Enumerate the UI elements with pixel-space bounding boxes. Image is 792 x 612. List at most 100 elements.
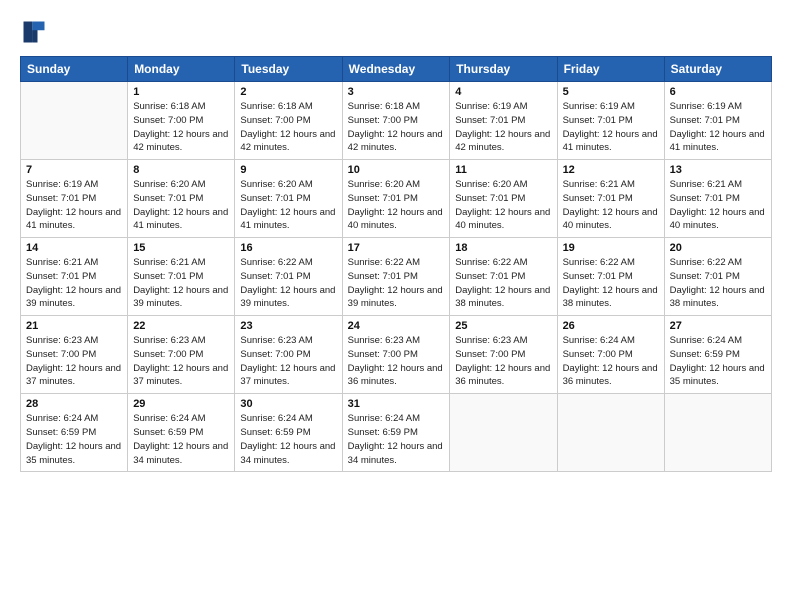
day-info: Sunrise: 6:24 AMSunset: 6:59 PMDaylight:… <box>133 412 229 467</box>
day-number: 21 <box>26 320 122 332</box>
logo-icon <box>20 18 48 46</box>
calendar-cell: 14 Sunrise: 6:21 AMSunset: 7:01 PMDayligh… <box>21 238 128 316</box>
week-row-4: 21 Sunrise: 6:23 AMSunset: 7:00 PMDayligh… <box>21 316 772 394</box>
day-number: 3 <box>348 86 445 98</box>
calendar-cell: 26 Sunrise: 6:24 AMSunset: 7:00 PMDayligh… <box>557 316 664 394</box>
day-info: Sunrise: 6:21 AMSunset: 7:01 PMDaylight:… <box>563 178 659 233</box>
calendar-cell: 30 Sunrise: 6:24 AMSunset: 6:59 PMDayligh… <box>235 394 342 472</box>
day-number: 17 <box>348 242 445 254</box>
day-info: Sunrise: 6:18 AMSunset: 7:00 PMDaylight:… <box>348 100 445 155</box>
calendar-cell: 31 Sunrise: 6:24 AMSunset: 6:59 PMDayligh… <box>342 394 450 472</box>
calendar-cell: 12 Sunrise: 6:21 AMSunset: 7:01 PMDayligh… <box>557 160 664 238</box>
day-info: Sunrise: 6:19 AMSunset: 7:01 PMDaylight:… <box>26 178 122 233</box>
calendar-cell: 16 Sunrise: 6:22 AMSunset: 7:01 PMDayligh… <box>235 238 342 316</box>
day-number: 30 <box>240 398 336 410</box>
calendar-cell: 28 Sunrise: 6:24 AMSunset: 6:59 PMDayligh… <box>21 394 128 472</box>
day-number: 9 <box>240 164 336 176</box>
calendar-cell: 20 Sunrise: 6:22 AMSunset: 7:01 PMDayligh… <box>664 238 771 316</box>
calendar-cell <box>21 82 128 160</box>
day-info: Sunrise: 6:23 AMSunset: 7:00 PMDaylight:… <box>455 334 551 389</box>
day-info: Sunrise: 6:23 AMSunset: 7:00 PMDaylight:… <box>348 334 445 389</box>
calendar-cell: 2 Sunrise: 6:18 AMSunset: 7:00 PMDaylight… <box>235 82 342 160</box>
calendar-cell <box>450 394 557 472</box>
day-info: Sunrise: 6:24 AMSunset: 6:59 PMDaylight:… <box>26 412 122 467</box>
calendar-cell: 25Sunrise: 6:23 AMSunset: 7:00 PMDayligh… <box>450 316 557 394</box>
day-number: 13 <box>670 164 766 176</box>
day-info: Sunrise: 6:24 AMSunset: 6:59 PMDaylight:… <box>240 412 336 467</box>
logo <box>20 18 50 46</box>
day-info: Sunrise: 6:21 AMSunset: 7:01 PMDaylight:… <box>670 178 766 233</box>
day-info: Sunrise: 6:22 AMSunset: 7:01 PMDaylight:… <box>670 256 766 311</box>
calendar-cell: 29Sunrise: 6:24 AMSunset: 6:59 PMDayligh… <box>128 394 235 472</box>
calendar-cell <box>664 394 771 472</box>
day-number: 24 <box>348 320 445 332</box>
calendar-cell: 19 Sunrise: 6:22 AMSunset: 7:01 PMDayligh… <box>557 238 664 316</box>
weekday-header-wednesday: Wednesday <box>342 57 450 82</box>
day-number: 4 <box>455 86 551 98</box>
day-number: 1 <box>133 86 229 98</box>
calendar-cell: 11 Sunrise: 6:20 AMSunset: 7:01 PMDayligh… <box>450 160 557 238</box>
calendar-cell: 4 Sunrise: 6:19 AMSunset: 7:01 PMDaylight… <box>450 82 557 160</box>
day-number: 20 <box>670 242 766 254</box>
day-number: 22 <box>133 320 229 332</box>
day-number: 31 <box>348 398 445 410</box>
calendar-cell: 22 Sunrise: 6:23 AMSunset: 7:00 PMDayligh… <box>128 316 235 394</box>
weekday-header-thursday: Thursday <box>450 57 557 82</box>
week-row-2: 7Sunrise: 6:19 AMSunset: 7:01 PMDaylight… <box>21 160 772 238</box>
page: SundayMondayTuesdayWednesdayThursdayFrid… <box>0 0 792 612</box>
calendar-cell: 10 Sunrise: 6:20 AMSunset: 7:01 PMDayligh… <box>342 160 450 238</box>
day-info: Sunrise: 6:20 AMSunset: 7:01 PMDaylight:… <box>348 178 445 233</box>
day-info: Sunrise: 6:20 AMSunset: 7:01 PMDaylight:… <box>455 178 551 233</box>
day-info: Sunrise: 6:21 AMSunset: 7:01 PMDaylight:… <box>26 256 122 311</box>
day-info: Sunrise: 6:19 AMSunset: 7:01 PMDaylight:… <box>563 100 659 155</box>
day-number: 19 <box>563 242 659 254</box>
calendar-cell: 13 Sunrise: 6:21 AMSunset: 7:01 PMDayligh… <box>664 160 771 238</box>
calendar-cell: 23Sunrise: 6:23 AMSunset: 7:00 PMDayligh… <box>235 316 342 394</box>
day-number: 18 <box>455 242 551 254</box>
day-info: Sunrise: 6:18 AMSunset: 7:00 PMDaylight:… <box>240 100 336 155</box>
calendar-cell: 9 Sunrise: 6:20 AMSunset: 7:01 PMDaylight… <box>235 160 342 238</box>
day-info: Sunrise: 6:20 AMSunset: 7:01 PMDaylight:… <box>240 178 336 233</box>
day-number: 12 <box>563 164 659 176</box>
calendar-cell: 1 Sunrise: 6:18 AMSunset: 7:00 PMDaylight… <box>128 82 235 160</box>
calendar: SundayMondayTuesdayWednesdayThursdayFrid… <box>20 56 772 472</box>
day-info: Sunrise: 6:19 AMSunset: 7:01 PMDaylight:… <box>455 100 551 155</box>
day-number: 6 <box>670 86 766 98</box>
day-number: 28 <box>26 398 122 410</box>
calendar-cell: 8 Sunrise: 6:20 AMSunset: 7:01 PMDaylight… <box>128 160 235 238</box>
weekday-header-row: SundayMondayTuesdayWednesdayThursdayFrid… <box>21 57 772 82</box>
calendar-cell: 18 Sunrise: 6:22 AMSunset: 7:01 PMDayligh… <box>450 238 557 316</box>
weekday-header-monday: Monday <box>128 57 235 82</box>
day-info: Sunrise: 6:24 AMSunset: 6:59 PMDaylight:… <box>670 334 766 389</box>
calendar-cell: 17 Sunrise: 6:22 AMSunset: 7:01 PMDayligh… <box>342 238 450 316</box>
day-number: 11 <box>455 164 551 176</box>
day-info: Sunrise: 6:22 AMSunset: 7:01 PMDaylight:… <box>455 256 551 311</box>
calendar-cell: 27Sunrise: 6:24 AMSunset: 6:59 PMDayligh… <box>664 316 771 394</box>
day-info: Sunrise: 6:23 AMSunset: 7:00 PMDaylight:… <box>26 334 122 389</box>
day-number: 15 <box>133 242 229 254</box>
calendar-cell: 5Sunrise: 6:19 AMSunset: 7:01 PMDaylight… <box>557 82 664 160</box>
day-number: 14 <box>26 242 122 254</box>
day-info: Sunrise: 6:18 AMSunset: 7:00 PMDaylight:… <box>133 100 229 155</box>
calendar-cell: 6Sunrise: 6:19 AMSunset: 7:01 PMDaylight… <box>664 82 771 160</box>
day-info: Sunrise: 6:24 AMSunset: 6:59 PMDaylight:… <box>348 412 445 467</box>
day-info: Sunrise: 6:24 AMSunset: 7:00 PMDaylight:… <box>563 334 659 389</box>
day-info: Sunrise: 6:20 AMSunset: 7:01 PMDaylight:… <box>133 178 229 233</box>
week-row-3: 14 Sunrise: 6:21 AMSunset: 7:01 PMDayligh… <box>21 238 772 316</box>
day-number: 26 <box>563 320 659 332</box>
day-number: 23 <box>240 320 336 332</box>
day-info: Sunrise: 6:22 AMSunset: 7:01 PMDaylight:… <box>563 256 659 311</box>
day-info: Sunrise: 6:22 AMSunset: 7:01 PMDaylight:… <box>348 256 445 311</box>
calendar-cell: 7Sunrise: 6:19 AMSunset: 7:01 PMDaylight… <box>21 160 128 238</box>
day-number: 10 <box>348 164 445 176</box>
day-info: Sunrise: 6:23 AMSunset: 7:00 PMDaylight:… <box>133 334 229 389</box>
day-number: 16 <box>240 242 336 254</box>
weekday-header-sunday: Sunday <box>21 57 128 82</box>
week-row-1: 1 Sunrise: 6:18 AMSunset: 7:00 PMDaylight… <box>21 82 772 160</box>
weekday-header-tuesday: Tuesday <box>235 57 342 82</box>
calendar-cell: 21 Sunrise: 6:23 AMSunset: 7:00 PMDayligh… <box>21 316 128 394</box>
week-row-5: 28 Sunrise: 6:24 AMSunset: 6:59 PMDayligh… <box>21 394 772 472</box>
day-info: Sunrise: 6:22 AMSunset: 7:01 PMDaylight:… <box>240 256 336 311</box>
day-number: 8 <box>133 164 229 176</box>
day-number: 2 <box>240 86 336 98</box>
